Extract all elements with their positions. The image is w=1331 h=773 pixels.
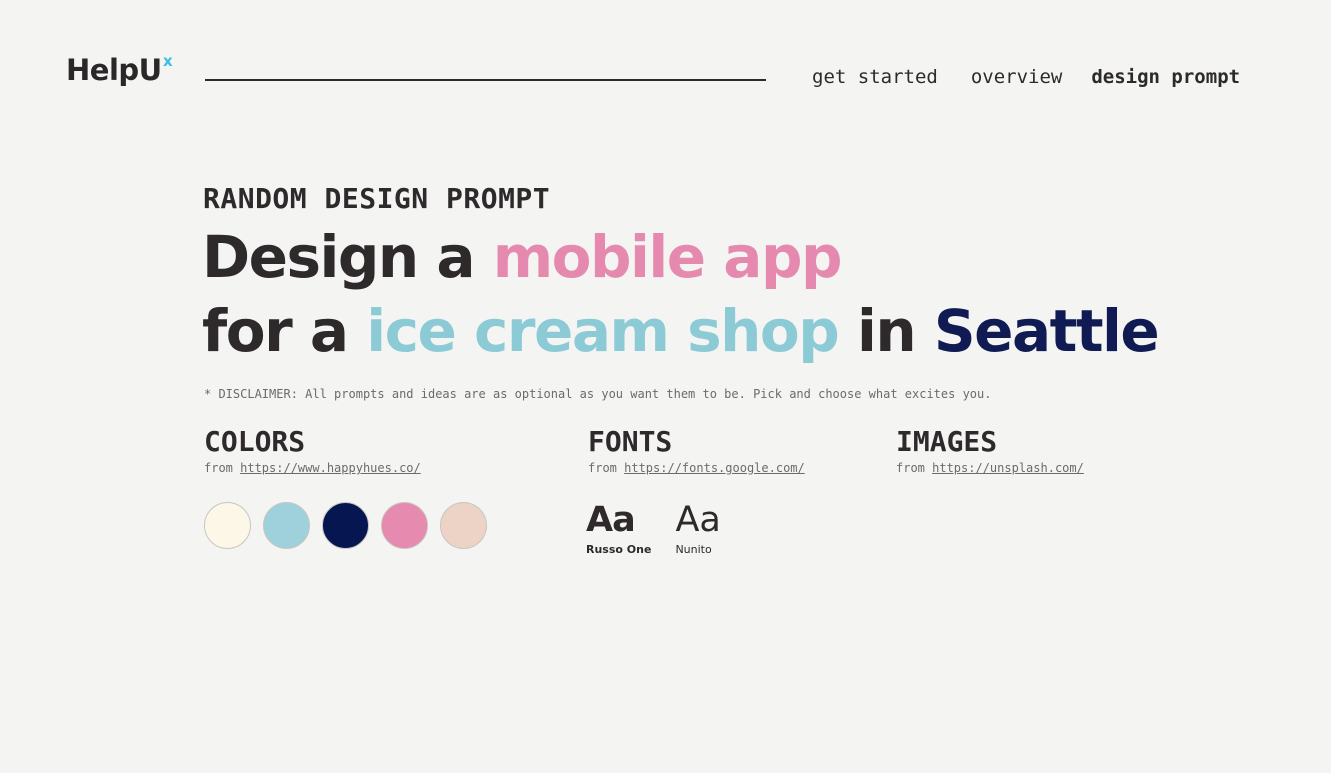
color-swatch[interactable] <box>263 502 310 549</box>
font-sample-heading[interactable]: Aa Russo One <box>586 500 651 556</box>
logo[interactable]: HelpU x <box>66 53 173 87</box>
font-glyph: Aa <box>675 500 721 540</box>
fonts-section: FONTS from https://fonts.google.com/ <box>588 425 805 475</box>
disclaimer: * DISCLAIMER: All prompts and ideas are … <box>204 387 992 401</box>
header-divider <box>205 79 766 81</box>
colors-source-link[interactable]: https://www.happyhues.co/ <box>240 461 421 475</box>
logo-superscript: x <box>163 52 173 70</box>
color-swatch[interactable] <box>322 502 369 549</box>
images-source: from https://unsplash.com/ <box>896 461 1084 475</box>
main-nav: get started overview design prompt <box>812 66 1240 88</box>
fonts-title: FONTS <box>588 425 673 458</box>
headline-prefix-1: Design a <box>202 223 493 291</box>
prompt-eyebrow: RANDOM DESIGN PROMPT <box>203 182 551 215</box>
font-name: Nunito <box>675 543 712 556</box>
headline-line-2: for a ice cream shop in Seattle <box>202 294 1160 368</box>
nav-overview[interactable]: overview <box>971 66 1063 88</box>
nav-get-started[interactable]: get started <box>812 66 938 88</box>
font-samples: Aa Russo One Aa Nunito <box>586 500 745 556</box>
prompt-headline: Design a mobile app for a ice cream shop… <box>202 220 1160 368</box>
colors-from-label: from <box>204 461 241 475</box>
headline-line-1: Design a mobile app <box>202 220 1158 294</box>
color-swatch[interactable] <box>204 502 251 549</box>
page: HelpU x get started overview design prom… <box>0 0 1331 773</box>
images-title: IMAGES <box>896 425 998 458</box>
colors-section: COLORS from https://www.happyhues.co/ <box>204 425 421 475</box>
fonts-source: from https://fonts.google.com/ <box>588 461 805 475</box>
nav-design-prompt[interactable]: design prompt <box>1091 66 1240 88</box>
headline-business: ice cream shop <box>366 297 840 365</box>
font-sample-body[interactable]: Aa Nunito <box>675 500 720 556</box>
colors-title: COLORS <box>204 425 306 458</box>
images-source-link[interactable]: https://unsplash.com/ <box>932 461 1084 475</box>
colors-source: from https://www.happyhues.co/ <box>204 461 421 475</box>
headline-product: mobile app <box>492 223 843 291</box>
headline-mid: in <box>838 297 934 365</box>
color-swatches <box>204 502 499 549</box>
headline-prefix-2: for a <box>202 297 367 365</box>
logo-text: HelpU <box>66 53 162 87</box>
images-section: IMAGES from https://unsplash.com/ <box>896 425 1084 475</box>
font-glyph: Aa <box>586 500 636 540</box>
font-name: Russo One <box>586 543 652 556</box>
color-swatch[interactable] <box>381 502 428 549</box>
fonts-source-link[interactable]: https://fonts.google.com/ <box>624 461 805 475</box>
color-swatch[interactable] <box>440 502 487 549</box>
images-from-label: from <box>896 461 933 475</box>
fonts-from-label: from <box>588 461 625 475</box>
headline-location: Seattle <box>933 297 1160 365</box>
